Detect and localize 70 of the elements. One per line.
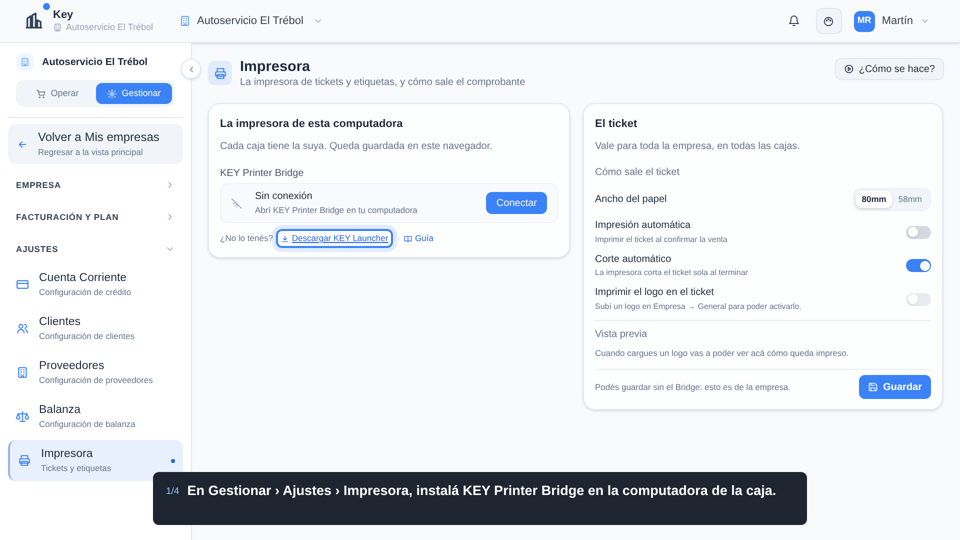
- back-link[interactable]: Volver a Mis empresas Regresar a la vista principal: [8, 124, 183, 164]
- card-icon: [16, 278, 29, 291]
- building-icon: [16, 366, 29, 379]
- preview-title: Vista previa: [595, 328, 648, 342]
- paper-width-option[interactable]: 58mm: [892, 191, 928, 208]
- footer-note: Podés guardar sin el Bridge: esto es de la empresa.: [595, 381, 791, 394]
- theme-button[interactable]: [816, 8, 842, 34]
- gear-icon: [106, 88, 117, 98]
- card-title: El ticket: [595, 116, 638, 132]
- help-button[interactable]: ¿Cómo se hace?: [834, 58, 944, 80]
- toggle-switch[interactable]: [906, 226, 931, 239]
- cart-icon: [36, 88, 46, 98]
- sidebar-item[interactable]: Cuenta Corriente Configuración de crédito: [8, 264, 183, 305]
- book-icon: [404, 234, 412, 242]
- sidebar-item[interactable]: Clientes Configuración de clientes: [8, 308, 183, 349]
- building-icon: [53, 23, 62, 32]
- mode-tab[interactable]: Gestionar: [96, 83, 172, 104]
- save-button[interactable]: Guardar: [859, 375, 931, 400]
- toggle-subtitle: Imprimir el ticket al confirmar la venta: [595, 234, 728, 245]
- scale-icon: [16, 410, 29, 423]
- paper-width-option[interactable]: 80mm: [856, 191, 892, 208]
- user-menu[interactable]: MR Martín: [854, 10, 930, 32]
- toggle-subtitle: Subí un logo en Empresa → General para poder activarlo.: [595, 302, 802, 312]
- prompt-text: ¿No lo tenés?: [220, 232, 273, 245]
- company-name: Autoservicio El Trébol: [42, 56, 148, 70]
- card-description: Cada caja tiene la suya. Queda guardada en este navegador.: [220, 140, 494, 154]
- connect-button[interactable]: Conectar: [486, 192, 547, 214]
- tour-text: En Gestionar › Ajustes › Impresora, instalá KEY Printer Bridge en la computadora de la caja.: [187, 482, 778, 500]
- logo-icon: [24, 11, 44, 31]
- bell-icon: [788, 15, 800, 27]
- section-header[interactable]: AJUSTES: [8, 238, 183, 260]
- building-icon: [179, 15, 192, 27]
- sidebar-item[interactable]: Proveedores Configuración de proveedores: [8, 352, 183, 393]
- toggle-title: Imprimir el logo en el ticket: [595, 287, 715, 300]
- user-avatar: MR: [854, 10, 875, 32]
- tour-step: 1/4: [166, 485, 180, 500]
- mode-tab[interactable]: Operar: [19, 83, 96, 104]
- sidebar-item[interactable]: Impresora Tickets y etiquetas: [8, 440, 183, 481]
- preview-text: Cuando cargues un logo vas a poder ver acá cómo queda impreso.: [595, 346, 850, 360]
- toggle-title: Impresión automática: [595, 220, 692, 233]
- app-subtitle: Autoservicio El Trébol: [66, 22, 154, 34]
- building-icon: [20, 57, 30, 67]
- company-selector[interactable]: Autoservicio El Trébol: [179, 12, 324, 30]
- separator-dot: ·: [397, 232, 400, 245]
- page-title: Impresora: [240, 58, 312, 76]
- people-icon: [16, 322, 29, 335]
- app-name: Key: [53, 8, 74, 22]
- wifi-off-icon: [231, 198, 242, 209]
- save-icon: [868, 382, 878, 392]
- page-subtitle: La impresora de tickets y etiquetas, y cómo sale el comprobante: [240, 77, 526, 90]
- download-icon: [280, 234, 289, 242]
- bridge-label: KEY Printer Bridge: [220, 167, 305, 182]
- section-label: Cómo sale el ticket: [595, 166, 680, 180]
- section-header[interactable]: EMPRESA: [8, 174, 183, 196]
- section-header[interactable]: FACTURACIÓN Y PLAN: [8, 206, 183, 228]
- printer-icon: [18, 454, 31, 467]
- sidebar-item[interactable]: Balanza Configuración de balanza: [8, 396, 183, 437]
- arrow-left-icon: [17, 138, 28, 150]
- card-title: La impresora de esta computadora: [220, 116, 404, 132]
- toggle-subtitle: La impresora corta el ticket sola al terminar: [595, 268, 748, 278]
- guide-link[interactable]: Guía: [404, 232, 434, 245]
- card-description: Vale para toda la empresa, en todas las cajas.: [595, 140, 801, 154]
- printer-icon: [214, 66, 226, 80]
- toggle-switch[interactable]: [906, 259, 931, 272]
- toggle-title: Corte automático: [595, 254, 672, 266]
- play-icon: [844, 64, 854, 74]
- paper-width-label: Ancho del papel: [595, 193, 667, 208]
- status-subtitle: Abrí KEY Printer Bridge en tu computadora: [255, 204, 418, 216]
- status-title: Sin conexión: [255, 191, 314, 204]
- palette-icon: [823, 16, 834, 26]
